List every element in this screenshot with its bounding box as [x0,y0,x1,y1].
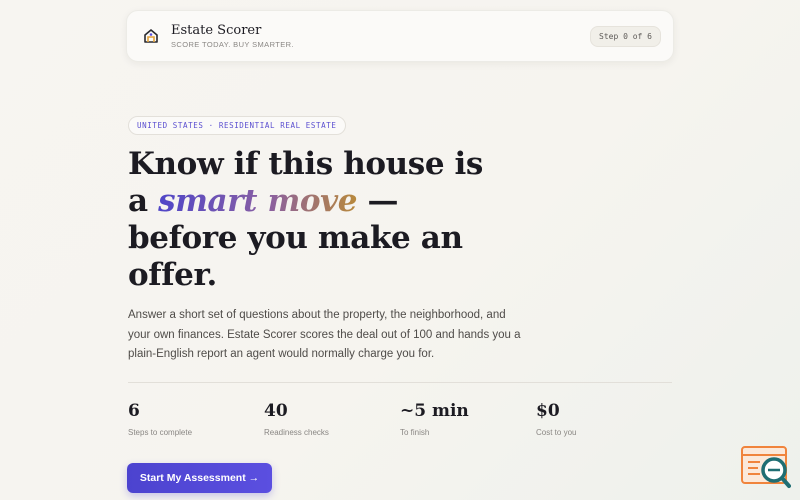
stat-value: ~5 min [400,401,469,421]
app-header: Estate Scorer SCORE TODAY. BUY SMARTER. … [126,10,674,62]
divider [128,382,672,383]
hero-description: Answer a short set of questions about th… [128,309,521,360]
stat-label: To finish [400,428,430,437]
stats-row: 6 Steps to complete 40 Readiness checks … [128,400,672,437]
step-indicator: Step 0 of 6 [590,25,661,47]
headline-dash: — [367,183,399,219]
stat-value: 40 [264,401,288,421]
hero-headline: Know if this house is a smart move — bef… [128,146,508,294]
stat-checks: 40 Readiness checks [264,400,400,437]
house-logo-icon[interactable] [141,26,161,46]
brand: Estate Scorer SCORE TODAY. BUY SMARTER. [171,23,294,49]
stat-time: ~5 min To finish [400,400,536,437]
search-document-helper-icon[interactable] [741,446,791,490]
start-assessment-button[interactable]: Start My Assessment → [127,463,272,493]
headline-accent: smart move [158,183,358,219]
region-badge: UNITED STATES · RESIDENTIAL REAL ESTATE [128,116,346,135]
stat-label: Readiness checks [264,428,329,437]
stat-label: Cost to you [536,428,577,437]
headline-line-1: Know if this house is [128,146,483,182]
headline-line-3: before you make an offer. [128,220,463,293]
stat-label: Steps to complete [128,428,193,437]
brand-name[interactable]: Estate Scorer [171,23,294,39]
stat-steps: 6 Steps to complete [128,400,264,437]
stat-cost: $0 Cost to you [536,400,672,437]
headline-a: a [128,183,148,219]
stat-value: $0 [536,401,560,421]
brand-tagline: SCORE TODAY. BUY SMARTER. [171,40,294,49]
stat-value: 6 [128,401,140,421]
